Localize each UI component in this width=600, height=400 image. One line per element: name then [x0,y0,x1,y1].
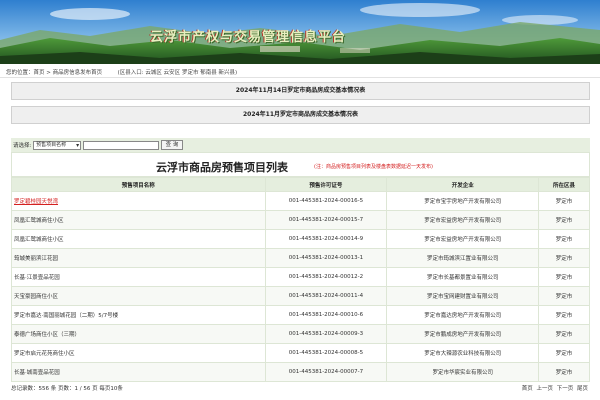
project-link[interactable]: 罗定碧桂园天悦湾 [14,199,58,205]
breadcrumb-current: 商品房信息发布首页 [52,70,103,76]
first-page-link[interactable]: 首页 [522,386,533,392]
region-link-yunan-county[interactable]: 郁南县 [200,70,217,76]
district-cell: 罗定市 [538,210,590,230]
developer-cell: 罗定市宝网建财置业有限公司 [386,286,540,306]
table-row: 罗定市嘉达·南国丽城花园（二期）5/7号楼 001-445381-2024-00… [11,305,590,325]
district-cell: 罗定市 [538,286,590,306]
developer-cell: 罗定市筠城滨江置业有限公司 [386,248,540,268]
table-note: (注：商品房预售项目列表及楼盘表数据延迟一天发布) [314,164,433,170]
developer-cell: 罗定市宝宇房地产开发有限公司 [386,191,540,211]
district-cell: 罗定市 [538,324,590,344]
region-entry-suffix: ) [234,70,238,76]
permit-cell: 001-445381-2024-00010-6 [264,305,388,325]
developer-cell: 罗定市长基都景置业有限公司 [386,267,540,287]
notice-link-daily-report[interactable]: 2024年11月14日罗定市商品房成交基本情况表 [11,82,590,100]
district-cell: 罗定市 [538,343,590,363]
project-link[interactable]: 长基·城南壹品花园 [14,370,60,376]
district-cell: 罗定市 [538,229,590,249]
permit-cell: 001-445381-2024-00013-1 [264,248,388,268]
table-row: 长基·城南壹品花园 001-445381-2024-00007-7 罗定市华宸实… [11,362,590,382]
table-header-panel: 云浮市商品房预售项目列表 (注：商品房预售项目列表及楼盘表数据延迟一天发布) [11,152,590,177]
column-header-developer: 开发企业 [386,177,540,192]
permit-cell: 001-445381-2024-00007-7 [264,362,388,382]
developer-cell: 罗定市宏益房地产开发有限公司 [386,210,540,230]
breadcrumb-separator: > [44,70,53,76]
last-page-link[interactable]: 尾页 [577,386,588,392]
permit-cell: 001-445381-2024-00014-9 [264,229,388,249]
region-link-yuncheng[interactable]: 云城区 [145,70,162,76]
project-link[interactable]: 罗定市嘉达·南国丽城花园（二期）5/7号楼 [14,313,118,319]
search-bar: 请选择: 预售项目名称 查 询 [11,138,590,152]
district-cell: 罗定市 [538,191,590,211]
column-header-project-name: 预售项目名称 [11,177,266,192]
permit-cell: 001-445381-2024-00016-5 [264,191,388,211]
project-link[interactable]: 天宝豪园商住小区 [14,294,58,300]
search-label: 请选择: [13,143,32,149]
project-link[interactable]: 凤凰汇鹭城商住小区 [14,237,64,243]
developer-cell: 罗定市宏益房地产开发有限公司 [386,229,540,249]
header-banner: 云浮市产权与交易管理信息平台 [0,0,600,64]
pager: 首页 上一页 下一页 尾页 [520,384,588,392]
project-link[interactable]: 筠城美丽滨江花园 [14,256,58,262]
search-field-select[interactable]: 预售项目名称 [33,140,82,150]
developer-cell: 罗定市鹏成房地产开发有限公司 [386,324,540,344]
table-title: 云浮市商品房预售项目列表 [156,161,288,174]
district-cell: 罗定市 [538,305,590,325]
search-input[interactable] [82,140,159,150]
breadcrumb-prefix: 您的位置： [6,70,34,76]
project-link[interactable]: 泰德广场商住小区（三期） [14,332,80,338]
notice-link-monthly-report[interactable]: 2024年11月罗定市商品房成交基本情况表 [11,106,590,124]
table-row: 天宝豪园商住小区 001-445381-2024-00011-4 罗定市宝网建财… [11,286,590,306]
project-link[interactable]: 罗定市启元花苑商住小区 [14,351,75,357]
table-row: 长基·江景壹品花园 001-445381-2024-00012-2 罗定市长基都… [11,267,590,287]
breadcrumb-home-link[interactable]: 首页 [34,70,45,76]
column-header-permit-no: 预售许可证号 [264,177,388,192]
permit-cell: 001-445381-2024-00011-4 [264,286,388,306]
presale-project-table: 预售项目名称 预售许可证号 开发企业 所在区县 罗定碧桂园天悦湾 001-445… [11,177,590,382]
prev-page-link[interactable]: 上一页 [536,386,553,392]
table-header-row: 预售项目名称 预售许可证号 开发企业 所在区县 [11,177,590,192]
district-cell: 罗定市 [538,267,590,287]
permit-cell: 001-445381-2024-00015-7 [264,210,388,230]
breadcrumb: 您的位置：首页 > 商品房信息发布首页 (区县入口: 云城区 云安区 罗定市 郁… [0,64,600,78]
pagination-bar: 总记录数：556 条 页数：1 / 56 页 每页10条 首页 上一页 下一页 … [11,384,590,396]
developer-cell: 罗定市华宸实业有限公司 [386,362,540,382]
region-link-xinxing[interactable]: 新兴县 [218,70,235,76]
table-row: 罗定碧桂园天悦湾 001-445381-2024-00016-5 罗定市宝宇房地… [11,191,590,211]
project-link[interactable]: 凤凰汇鹭城商住小区 [14,218,64,224]
search-button[interactable]: 查 询 [160,140,184,150]
table-row: 凤凰汇鹭城商住小区 001-445381-2024-00014-9 罗定市宏益房… [11,229,590,249]
region-link-yunan[interactable]: 云安区 [164,70,181,76]
region-link-luoding[interactable]: 罗定市 [182,70,199,76]
table-row: 泰德广场商住小区（三期） 001-445381-2024-00009-3 罗定市… [11,324,590,344]
site-title: 云浮市产权与交易管理信息平台 [150,30,347,45]
developer-cell: 罗定市嘉达房地产开发有限公司 [386,305,540,325]
table-row: 凤凰汇鹭城商住小区 001-445381-2024-00015-7 罗定市宏益房… [11,210,590,230]
column-header-district: 所在区县 [538,177,590,192]
district-cell: 罗定市 [538,362,590,382]
permit-cell: 001-445381-2024-00012-2 [264,267,388,287]
permit-cell: 001-445381-2024-00009-3 [264,324,388,344]
developer-cell: 罗定市大辣源农业科技有限公司 [386,343,540,363]
district-cell: 罗定市 [538,248,590,268]
project-link[interactable]: 长基·江景壹品花园 [14,275,60,281]
region-entry-label: (区县入口: [117,70,144,76]
table-row: 筠城美丽滨江花园 001-445381-2024-00013-1 罗定市筠城滨江… [11,248,590,268]
next-page-link[interactable]: 下一页 [557,386,574,392]
record-summary: 总记录数：556 条 页数：1 / 56 页 每页10条 [11,386,123,392]
table-row: 罗定市启元花苑商住小区 001-445381-2024-00008-5 罗定市大… [11,343,590,363]
permit-cell: 001-445381-2024-00008-5 [264,343,388,363]
